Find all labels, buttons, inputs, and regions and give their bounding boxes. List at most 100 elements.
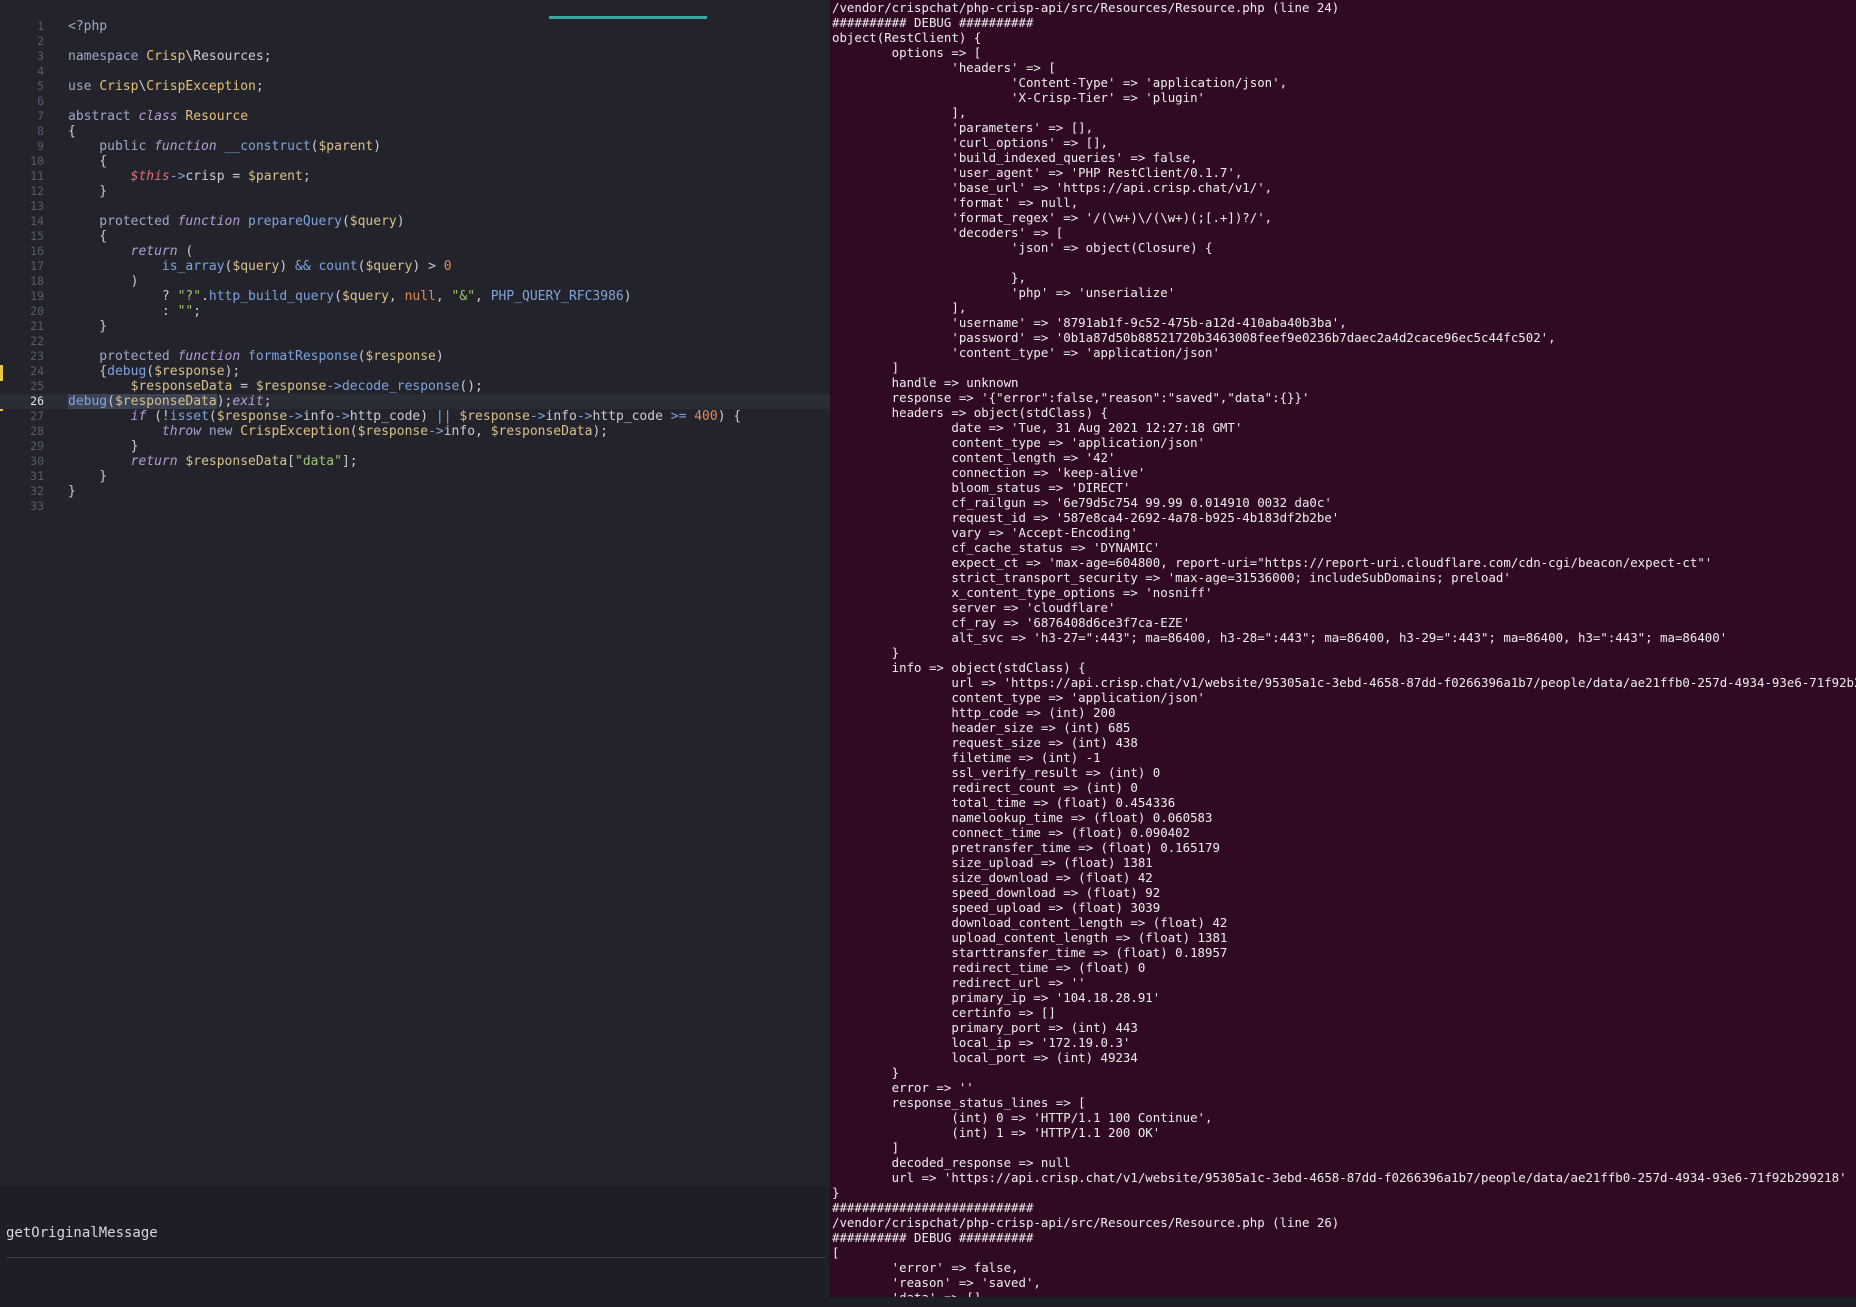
code-token: -> (287, 409, 303, 424)
code-line[interactable]: 27 if (!isset($response->info->http_code… (0, 409, 830, 424)
code-line[interactable]: 2 (0, 34, 830, 49)
code-token: { (68, 364, 108, 379)
line-code: } (68, 439, 139, 454)
code-line[interactable]: 25 $responseData = $response->decode_res… (0, 379, 830, 394)
code-line[interactable]: 7 abstract class Resource (0, 109, 830, 124)
code-area[interactable]: 1 <?php 2 3 namespace Crisp\Resources; 4 5 use … (0, 0, 830, 1185)
terminal-line: (int) 0 => 'HTTP/1.1 100 Continue', (832, 1110, 1213, 1125)
line-number: 21 (30, 319, 44, 333)
terminal-line: object(RestClient) { (832, 30, 982, 45)
line-code: : ""; (68, 304, 201, 319)
code-token: $query (349, 214, 397, 229)
code-line[interactable]: 30 return $responseData["data"]; (0, 454, 830, 469)
terminal-line: pretransfer_time => (float) 0.165179 (832, 840, 1220, 855)
code-line[interactable]: 14 protected function prepareQuery($quer… (0, 214, 830, 229)
code-line[interactable]: 1 <?php (0, 19, 830, 34)
code-token: ; (263, 394, 272, 409)
code-line[interactable]: 20 : ""; (0, 304, 830, 319)
terminal-line: 'headers' => [ (832, 60, 1056, 75)
code-line[interactable]: 21 } (0, 319, 830, 334)
code-line[interactable]: 31 } (0, 469, 830, 484)
code-line[interactable]: 9 public function __construct($parent) (0, 139, 830, 154)
code-token: 0 (443, 259, 452, 274)
code-token: info, (443, 424, 491, 439)
line-number: 30 (30, 454, 44, 468)
code-line[interactable]: 19 ? "?".http_build_query($query, null, … (0, 289, 830, 304)
line-number: 28 (30, 424, 44, 438)
code-line[interactable]: 8{ (0, 124, 830, 139)
terminal-line: 'user_agent' => 'PHP RestClient/0.1.7', (832, 165, 1243, 180)
code-line[interactable]: 11 $this->crisp = $parent; (0, 169, 830, 184)
code-line[interactable]: 18 ) (0, 274, 830, 289)
code-token: , (388, 289, 405, 304)
code-token: PHP_QUERY_RFC3986 (490, 289, 624, 304)
code-line[interactable]: 6 (0, 94, 830, 109)
code-token: ( (185, 244, 194, 259)
code-token: return (130, 454, 186, 469)
code-token: ) (68, 274, 139, 289)
code-token: } (68, 469, 108, 484)
code-line[interactable]: 12 } (0, 184, 830, 199)
code-line[interactable]: 24 {debug($response); (0, 364, 830, 379)
line-code: } (68, 319, 107, 334)
method-label[interactable]: getOriginalMessage (6, 1225, 158, 1241)
line-code: is_array($query) && count($query) > 0 (68, 259, 452, 274)
code-token: null (404, 289, 436, 304)
line-number: 17 (30, 259, 44, 273)
terminal-line: response => '{"error":false,"reason":"sa… (832, 390, 1310, 405)
code-token: $query (232, 259, 280, 274)
code-token: namespace (68, 49, 147, 64)
line-code: protected function formatResponse($respo… (68, 349, 443, 364)
code-token: abstract (68, 109, 139, 124)
code-line[interactable]: 3 namespace Crisp\Resources; (0, 49, 830, 64)
code-line[interactable]: 4 (0, 64, 830, 79)
line-code: if (!isset($response->info->http_code) |… (68, 409, 742, 424)
line-number: 9 (37, 139, 44, 153)
terminal-line: 'error' => false, (832, 1260, 1019, 1275)
code-token: $response (216, 409, 288, 424)
terminal-line: url => 'https://api.crisp.chat/v1/websit… (832, 1170, 1847, 1185)
code-line[interactable]: 23 protected function formatResponse($re… (0, 349, 830, 364)
terminal-line: redirect_time => (float) 0 (832, 960, 1146, 975)
code-token: $response (154, 364, 225, 379)
code-token: http_code (592, 409, 671, 424)
code-line[interactable]: 28 throw new CrispException($response->i… (0, 424, 830, 439)
line-code: {debug($response); (68, 364, 240, 379)
code-line[interactable]: 10 { (0, 154, 830, 169)
code-token: -> (529, 409, 546, 424)
code-line[interactable]: 26 debug($responseData);exit; (0, 394, 830, 409)
terminal-line: handle => unknown (832, 375, 1019, 390)
code-line[interactable]: 33 (0, 499, 830, 514)
terminal-line: strict_transport_security => 'max-age=31… (832, 570, 1511, 585)
line-number: 33 (30, 499, 44, 513)
terminal-line: server => 'cloudflare' (832, 600, 1116, 615)
terminal-output[interactable]: /vendor/crispchat/php-crisp-api/src/Reso… (830, 0, 1856, 1297)
code-line[interactable]: 22 (0, 334, 830, 349)
code-token: $query (341, 289, 389, 304)
code-line[interactable]: 13 (0, 199, 830, 214)
code-lines[interactable]: 1 <?php 2 3 namespace Crisp\Resources; 4 5 use … (0, 19, 830, 514)
code-token: http_build_query (208, 289, 335, 304)
line-code: $responseData = $response->decode_respon… (68, 379, 483, 394)
code-token: || (435, 409, 452, 424)
code-token: Crisp (99, 79, 139, 94)
code-token: prepareQuery (248, 214, 342, 229)
terminal-line: cf_cache_status => 'DYNAMIC' (832, 540, 1161, 555)
code-token: $responseData (130, 379, 233, 394)
code-token: ( (341, 214, 350, 229)
code-line[interactable]: 15 { (0, 229, 830, 244)
code-token: protected (68, 214, 178, 229)
code-token: -> (576, 409, 593, 424)
code-line[interactable]: 17 is_array($query) && count($query) > 0 (0, 259, 830, 274)
code-editor[interactable]: 1 <?php 2 3 namespace Crisp\Resources; 4 5 use … (0, 0, 830, 1307)
code-line[interactable]: 5 use Crisp\CrispException; (0, 79, 830, 94)
code-token: ; (255, 79, 264, 94)
code-token: Resource (185, 109, 249, 124)
code-line[interactable]: 16 return ( (0, 244, 830, 259)
code-line[interactable]: 29 } (0, 439, 830, 454)
terminal-line: } (832, 645, 900, 660)
code-line[interactable]: 32} (0, 484, 830, 499)
